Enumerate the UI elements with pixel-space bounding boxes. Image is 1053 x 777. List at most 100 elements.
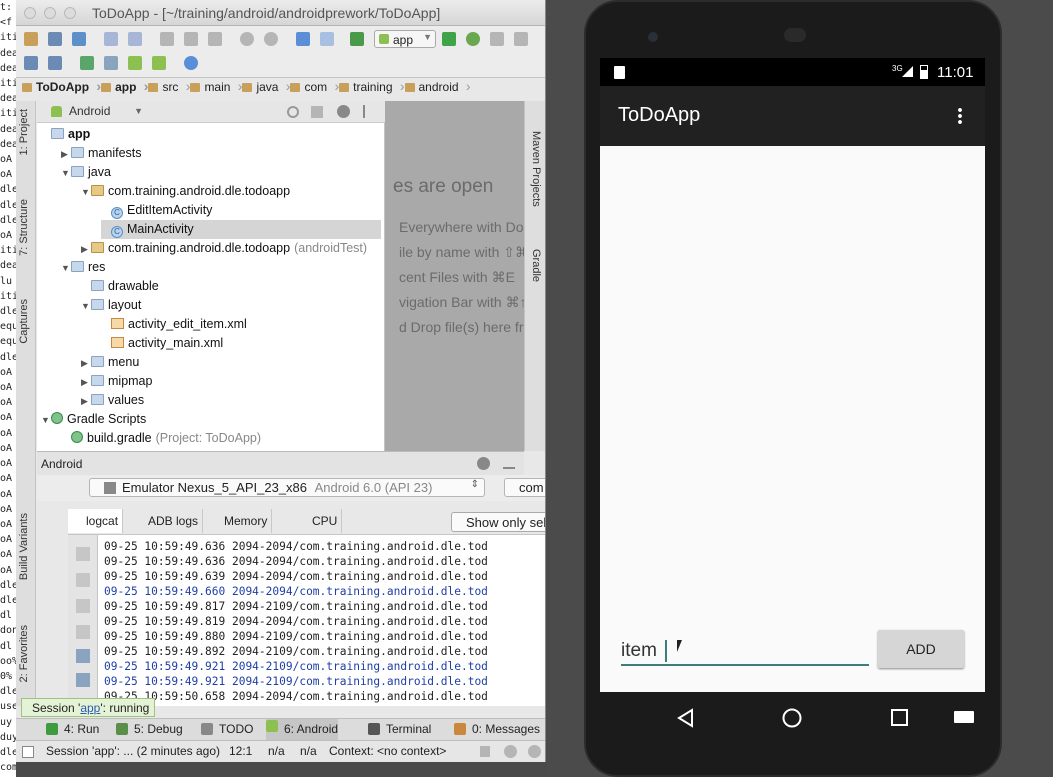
project-structure-icon[interactable] <box>24 56 38 70</box>
breadcrumb-item[interactable]: com <box>290 78 339 94</box>
tree-item[interactable]: drawable <box>81 277 381 296</box>
up-arrow-icon[interactable] <box>76 599 90 613</box>
breadcrumb-item[interactable]: src <box>148 78 190 94</box>
help-icon[interactable] <box>184 56 198 70</box>
project-view-select[interactable]: Android ▼ <box>47 104 145 120</box>
trash-icon[interactable] <box>76 547 90 561</box>
minimize-window-button[interactable] <box>44 7 56 19</box>
tree-item[interactable]: activity_edit_item.xml <box>101 315 381 334</box>
tree-item[interactable]: C EditItemActivity <box>101 201 381 220</box>
log-line[interactable]: 09-25 10:59:49.636 2094-2094/com.trainin… <box>104 554 488 569</box>
log-line[interactable]: 09-25 10:59:50.658 2094-2094/com.trainin… <box>104 689 488 704</box>
recents-icon[interactable] <box>890 708 910 728</box>
paste-icon[interactable] <box>208 32 222 46</box>
tab-memory[interactable]: Memory <box>206 509 273 533</box>
tab-project[interactable]: 1: Project <box>18 109 30 155</box>
logcat-output[interactable]: 09-25 10:59:49.636 2094-2094/com.trainin… <box>98 535 545 706</box>
event-log-icon[interactable] <box>528 745 541 758</box>
new-item-field[interactable]: item <box>621 628 869 666</box>
tab-favorites[interactable]: 2: Favorites <box>18 625 30 682</box>
collapsed-arrow-icon[interactable]: ▶ <box>81 354 91 373</box>
home-icon[interactable] <box>781 707 803 729</box>
bottom-tab[interactable]: 6: Android <box>266 719 339 740</box>
cut-icon[interactable] <box>160 32 174 46</box>
add-button[interactable]: ADD <box>878 630 964 668</box>
tree-item[interactable]: ▼ java <box>61 163 381 182</box>
tab-build-variants[interactable]: Build Variants <box>18 513 30 580</box>
tree-item[interactable]: ▶ com.training.android.dle.todoapp (androi… <box>81 239 381 258</box>
file-encoding[interactable]: n/a <box>300 744 317 758</box>
expanded-arrow-icon[interactable]: ▼ <box>81 297 91 316</box>
down-arrow-icon[interactable] <box>76 625 90 639</box>
tree-item[interactable]: ▶ values <box>81 391 381 410</box>
session-app-link[interactable]: app <box>80 701 100 715</box>
log-line[interactable]: 09-25 10:59:49.880 2094-2109/com.trainin… <box>104 629 488 644</box>
avd-manager-icon[interactable] <box>104 56 118 70</box>
tree-item[interactable]: ▶ manifests <box>61 144 381 163</box>
find-icon[interactable] <box>240 32 254 46</box>
forward-icon[interactable] <box>320 32 334 46</box>
tree-item[interactable]: ▶ mipmap <box>81 372 381 391</box>
run-icon[interactable] <box>442 32 456 46</box>
hide-panel-icon[interactable] <box>503 457 515 469</box>
tree-item[interactable]: C MainActivity <box>101 220 381 239</box>
save-icon[interactable] <box>48 32 62 46</box>
gear-icon[interactable] <box>337 105 350 118</box>
collapse-all-icon[interactable] <box>311 106 323 118</box>
bottom-tab[interactable]: Terminal <box>368 722 431 736</box>
replace-icon[interactable] <box>264 32 278 46</box>
close-window-button[interactable] <box>24 7 36 19</box>
tree-item[interactable]: build.gradle (Project: ToDoApp) <box>61 429 381 448</box>
log-line[interactable]: 09-25 10:59:49.817 2094-2109/com.trainin… <box>104 599 488 614</box>
open-folder-icon[interactable] <box>24 32 38 46</box>
restart-icon[interactable] <box>76 649 90 663</box>
overflow-menu-icon[interactable] <box>958 107 962 125</box>
gradle-sync-icon[interactable] <box>80 56 94 70</box>
expanded-arrow-icon[interactable]: ▼ <box>61 164 71 183</box>
tree-item[interactable]: activity_main.xml <box>101 334 381 353</box>
cursor-position[interactable]: 12:1 <box>229 744 252 758</box>
device-select[interactable]: Emulator Nexus_5_API_23_x86 Android 6.0 … <box>89 478 485 497</box>
tab-adb-logs[interactable]: ADB logs <box>130 509 204 533</box>
run-config-select[interactable]: app ▼ <box>374 30 436 48</box>
bottom-tab[interactable]: 0: Messages <box>454 722 540 736</box>
sync-icon[interactable] <box>72 32 86 46</box>
coverage-icon[interactable] <box>514 32 528 46</box>
breadcrumb-item[interactable]: android <box>404 78 471 94</box>
collapsed-arrow-icon[interactable]: ▶ <box>81 373 91 392</box>
lock-icon[interactable] <box>480 746 490 757</box>
bottom-tab[interactable]: TODO <box>201 722 253 736</box>
expanded-arrow-icon[interactable]: ▼ <box>41 411 51 430</box>
bottom-tab[interactable]: 4: Run <box>46 722 99 736</box>
keyboard-icon[interactable] <box>953 709 975 725</box>
target-icon[interactable] <box>287 106 299 118</box>
collapsed-arrow-icon[interactable]: ▶ <box>81 240 91 259</box>
back-icon[interactable] <box>296 32 310 46</box>
scroll-to-end-icon[interactable] <box>76 573 90 587</box>
items-list[interactable] <box>600 146 985 692</box>
tab-maven-projects[interactable]: Maven Projects <box>530 131 542 207</box>
make-project-icon[interactable] <box>350 32 364 46</box>
settings-icon[interactable] <box>48 56 62 70</box>
show-only-selected-button[interactable]: Show only selecte <box>451 512 545 532</box>
line-separator[interactable]: n/a <box>268 744 285 758</box>
tree-item[interactable]: ▼ layout <box>81 296 381 315</box>
tree-item[interactable]: ▼ com.training.android.dle.todoapp <box>81 182 381 201</box>
android-monitor-icon[interactable] <box>152 56 166 70</box>
print-icon[interactable] <box>76 673 90 687</box>
tree-item[interactable]: ▶ menu <box>81 353 381 372</box>
attach-debugger-icon[interactable] <box>490 32 504 46</box>
breadcrumb-item[interactable]: app <box>101 78 149 94</box>
gear-icon[interactable] <box>477 457 490 470</box>
breadcrumb-item[interactable]: main <box>190 78 242 94</box>
tree-item[interactable]: app <box>41 125 381 144</box>
log-line[interactable]: 09-25 10:59:49.660 2094-2094/com.trainin… <box>104 584 488 599</box>
inspector-icon[interactable] <box>504 745 517 758</box>
tab-captures[interactable]: Captures <box>18 299 30 344</box>
breadcrumb-item[interactable]: java <box>242 78 290 94</box>
back-icon[interactable] <box>676 708 696 728</box>
process-select[interactable]: com <box>504 478 545 497</box>
sdk-manager-icon[interactable] <box>128 56 142 70</box>
undo-icon[interactable] <box>104 32 118 46</box>
status-toggle-icon[interactable] <box>22 746 34 758</box>
